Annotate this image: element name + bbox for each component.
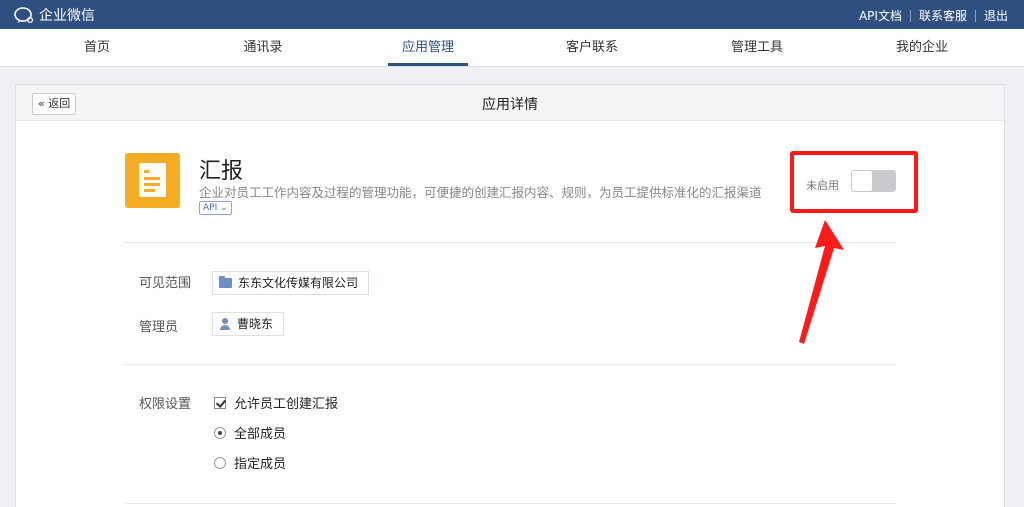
report-document-icon [125,153,180,208]
radio-specific-members[interactable] [214,456,226,469]
allow-create-report-label: 允许员工创建汇报 [234,397,339,412]
radio-all-members-option[interactable]: 全部成员 [214,423,286,442]
radio-specific-members-option[interactable]: 指定成员 [214,453,286,472]
allow-create-report-checkbox[interactable] [214,396,226,409]
top-links: API文档 联系客服 退出 [859,7,1008,24]
nav-tab-home[interactable]: 首页 [68,29,126,67]
divider [974,9,976,22]
nav-tab-management-tools[interactable]: 管理工具 [722,29,792,67]
admin-value: 曹晓东 [237,317,274,331]
visibility-scope-value: 东东文化传媒有限公司 [238,276,359,290]
app-name: 汇报 [199,159,244,184]
card-header: « 返回 应用详情 [16,85,1004,121]
toggle-knob [852,171,872,191]
main-nav: 首页 通讯录 应用管理 客户联系 管理工具 我的企业 [0,29,1024,67]
status-label: 未启用 [806,179,839,192]
allow-create-report-option[interactable]: 允许员工创建汇报 [214,393,338,412]
section-divider [124,503,896,504]
nav-tab-my-enterprise[interactable]: 我的企业 [885,29,959,67]
contact-support-link[interactable]: 联系客服 [919,7,967,24]
radio-all-members-label: 全部成员 [234,427,287,442]
radio-specific-members-label: 指定成员 [234,457,287,472]
status-highlight-box: 未启用 [790,151,918,213]
admin-label: 管理员 [139,320,179,335]
admin-tag[interactable]: 曹晓东 [212,312,285,336]
nav-tab-customer-contact[interactable]: 客户联系 [557,29,627,67]
radio-all-members[interactable] [214,426,226,439]
permissions-label: 权限设置 [139,397,192,412]
divider [909,9,911,22]
section-divider [124,242,896,243]
top-bar: 企业微信 API文档 联系客服 退出 [0,0,1024,29]
wecom-logo-icon [14,6,34,23]
app-description: 企业对员工工作内容及过程的管理功能，可便捷的创建汇报内容、规则，为员工提供标准化… [199,185,762,200]
nav-tab-app-management[interactable]: 应用管理 [388,29,468,67]
annotation-arrow-icon [799,220,844,344]
logo[interactable]: 企业微信 [14,5,95,25]
api-docs-link[interactable]: API文档 [859,7,902,24]
app-detail-card: « 返回 应用详情 汇报 企业对员工工作内容及过程的管理功能，可便捷的创建汇报内… [15,84,1005,507]
logout-link[interactable]: 退出 [984,7,1008,24]
visibility-scope-tag[interactable]: 东东文化传媒有限公司 [212,271,370,295]
enable-toggle[interactable] [851,170,896,192]
section-divider [124,364,896,365]
user-icon [219,318,231,330]
api-badge[interactable]: API ⌄ [199,201,232,215]
nav-tab-contacts[interactable]: 通讯录 [232,29,294,67]
visibility-label: 可见范围 [139,276,192,291]
logo-text: 企业微信 [39,8,95,24]
folder-icon [219,276,232,288]
page-title: 应用详情 [482,97,538,113]
